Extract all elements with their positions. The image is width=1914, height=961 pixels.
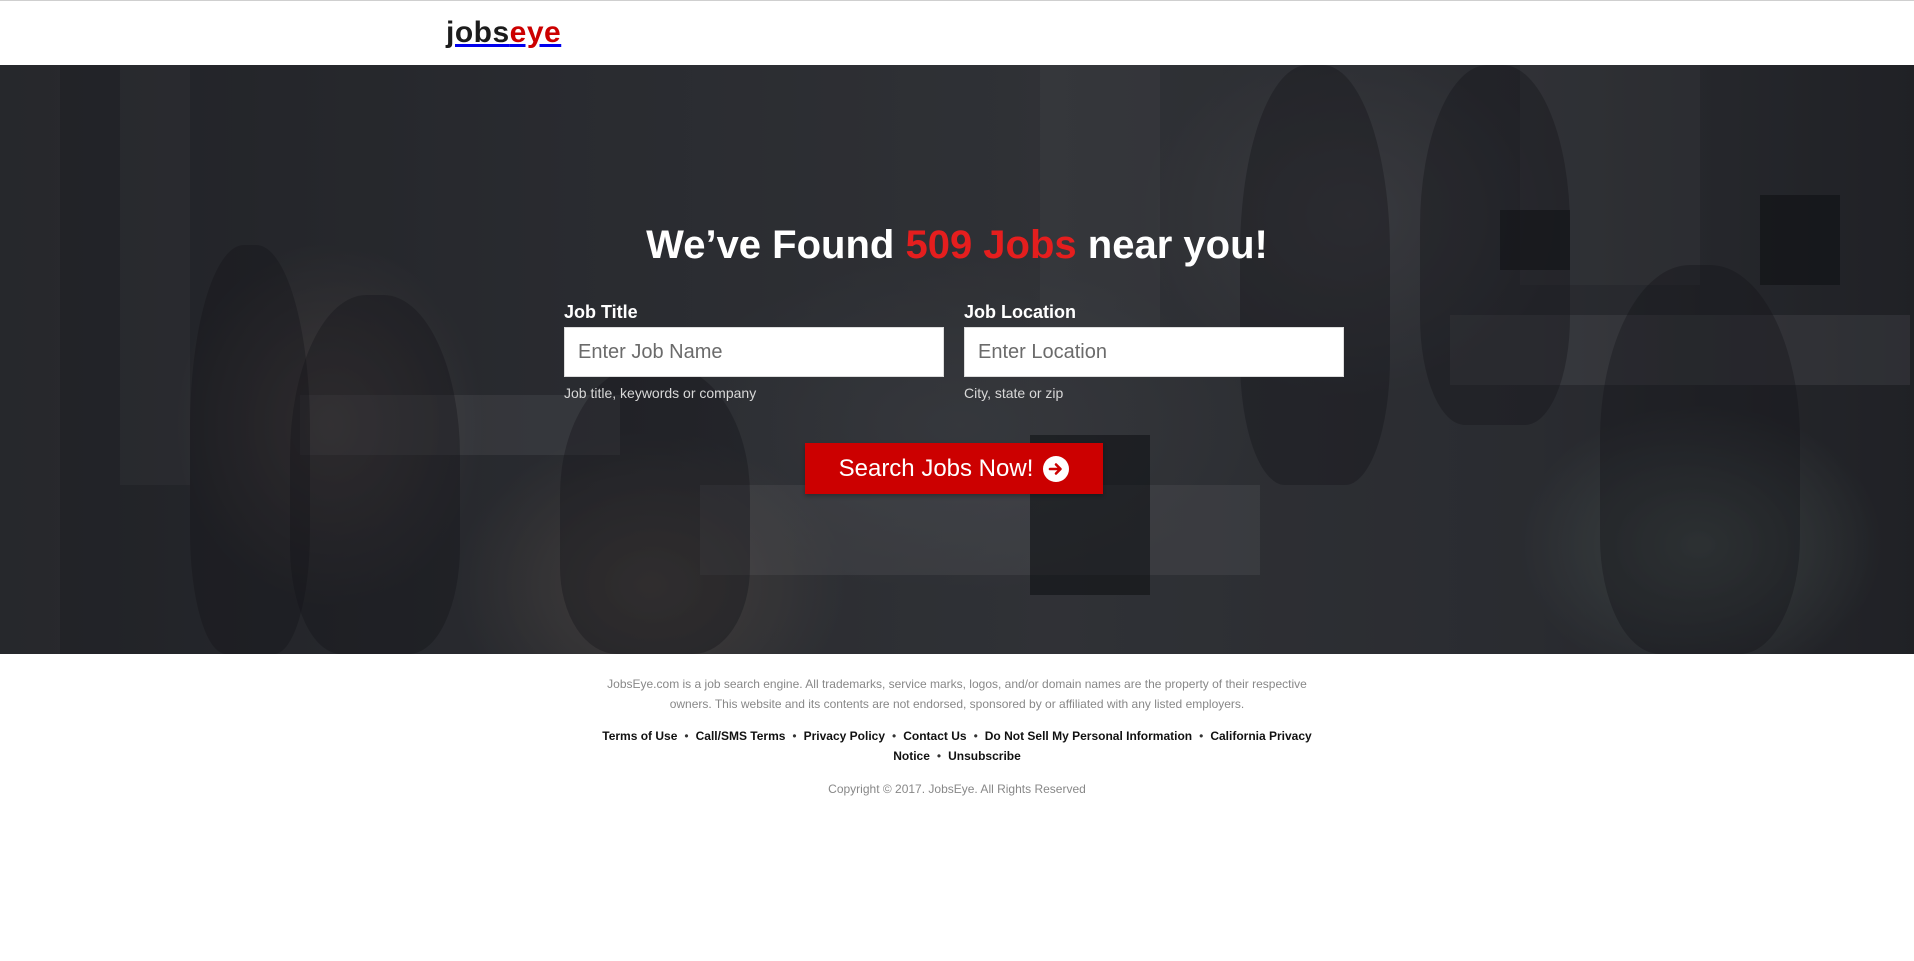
headline-prefix: We’ve Found	[646, 223, 906, 267]
do-not-sell-link[interactable]: Do Not Sell My Personal Information	[985, 729, 1192, 743]
headline-suffix: near you!	[1076, 223, 1268, 267]
sms-terms-link[interactable]: Call/SMS Terms	[696, 729, 786, 743]
terms-of-use-link[interactable]: Terms of Use	[602, 729, 677, 743]
hero-section: We’ve Found 509 Jobs near you! Job Title…	[0, 65, 1914, 654]
job-title-input[interactable]	[564, 327, 944, 377]
unsubscribe-link[interactable]: Unsubscribe	[948, 749, 1021, 763]
job-location-field: Job Location City, state or zip	[964, 301, 1344, 401]
footer-links: Terms of Use • Call/SMS Terms • Privacy Poli…	[597, 726, 1317, 766]
logo-text-eye: eye	[509, 16, 562, 49]
site-footer: JobsEye.com is a job search engine. All …	[0, 654, 1914, 797]
logo-text-jobs: jobs	[446, 16, 510, 49]
site-logo[interactable]: jobseye	[446, 15, 561, 51]
link-separator: •	[892, 729, 897, 743]
link-separator: •	[1199, 729, 1204, 743]
job-title-label: Job Title	[564, 302, 638, 322]
privacy-policy-link[interactable]: Privacy Policy	[804, 729, 885, 743]
arrow-circle-right-icon	[1043, 455, 1070, 482]
hero-overlay	[0, 65, 1914, 654]
search-button-label: Search Jobs Now!	[838, 454, 1034, 482]
link-separator: •	[936, 749, 942, 763]
job-location-label: Job Location	[964, 302, 1076, 322]
site-header: jobseye	[0, 0, 1914, 65]
footer-disclaimer: JobsEye.com is a job search engine. All …	[607, 677, 1307, 711]
link-separator: •	[684, 729, 689, 743]
job-title-hint: Job title, keywords or company	[564, 385, 757, 401]
contact-us-link[interactable]: Contact Us	[903, 729, 966, 743]
jobs-count-highlight: 509 Jobs	[905, 223, 1077, 267]
job-title-field: Job Title Job title, keywords or company	[564, 301, 944, 401]
job-location-input[interactable]	[964, 327, 1344, 377]
link-separator: •	[973, 729, 978, 743]
job-location-hint: City, state or zip	[964, 385, 1064, 401]
search-jobs-button[interactable]: Search Jobs Now!	[805, 443, 1103, 494]
results-headline: We’ve Found 509 Jobs near you!	[0, 221, 1914, 269]
copyright-text: Copyright © 2017. JobsEye. All Rights Re…	[828, 782, 1086, 796]
link-separator: •	[792, 729, 797, 743]
